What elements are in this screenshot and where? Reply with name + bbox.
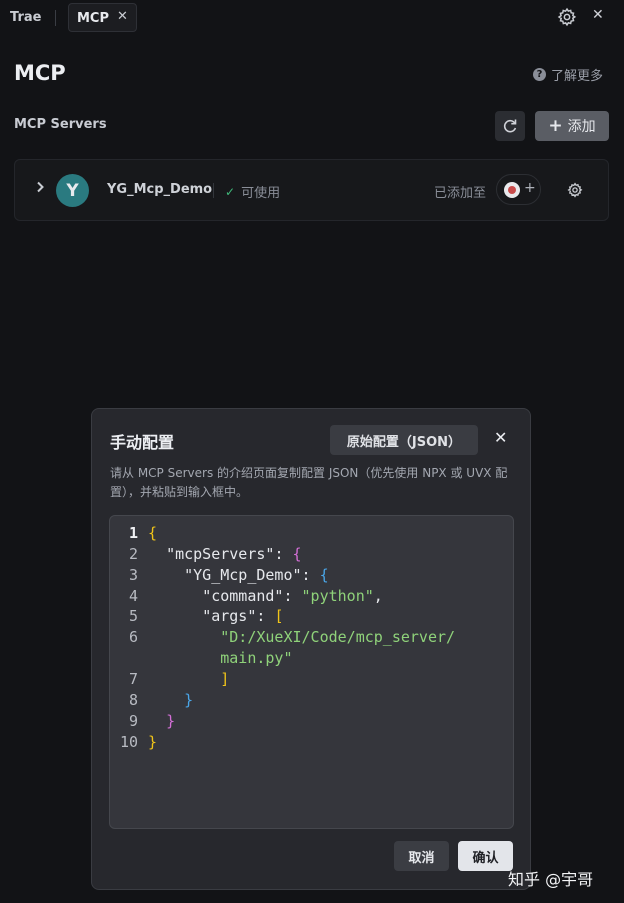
code-line: } [184, 691, 194, 709]
divider [213, 183, 214, 198]
gear-icon[interactable] [557, 7, 577, 27]
tab-label: MCP [77, 11, 110, 26]
code-line: { [148, 524, 158, 542]
code-line: "mcpServers": { [166, 545, 302, 563]
json-config-input[interactable]: 1 2 3 4 5 6 7 8 9 10 { "mcpServers": { "… [109, 515, 514, 829]
line-number: 7 [128, 670, 138, 688]
page-title: MCP [14, 61, 66, 85]
raw-config-json-button[interactable]: 原始配置（JSON） [330, 425, 478, 455]
add-server-button[interactable]: + 添加 [535, 111, 609, 141]
app-name: Trae [10, 10, 42, 25]
confirm-button[interactable]: 确认 [458, 841, 513, 871]
plus-icon: + [524, 180, 536, 196]
status-badge: ✓ 可使用 [225, 182, 281, 202]
chevron-right-icon[interactable] [35, 181, 45, 193]
window-close-icon[interactable]: ✕ [592, 7, 604, 23]
line-number: 6 [128, 628, 138, 646]
cancel-button[interactable]: 取消 [394, 841, 449, 871]
line-number: 4 [128, 587, 138, 605]
line-number: 2 [128, 545, 138, 563]
check-icon: ✓ [225, 184, 236, 199]
code-line: "YG_Mcp_Demo": { [184, 566, 329, 584]
line-number: 8 [128, 691, 138, 709]
dialog-title: 手动配置 [110, 433, 175, 452]
code-line: } [166, 712, 176, 730]
agent-logo-icon [504, 182, 520, 198]
line-number: 5 [128, 607, 138, 625]
close-icon[interactable]: ✕ [494, 428, 507, 447]
code-line: "command": "python", [202, 587, 383, 605]
code-line: } [148, 733, 158, 751]
plus-icon: + [548, 116, 563, 136]
question-circle-icon: ? [533, 68, 546, 81]
watermark: 知乎 @宇哥 [508, 870, 594, 889]
dialog-description: 请从 MCP Servers 的介绍页面复制配置 JSON（优先使用 NPX 或… [110, 466, 508, 499]
tab-mcp[interactable]: MCP ✕ [68, 3, 137, 32]
gear-icon[interactable] [567, 182, 583, 198]
tab-bar: Trae MCP ✕ ✕ [0, 0, 624, 36]
code-line: ] [220, 670, 230, 688]
added-agents-button[interactable]: + [496, 174, 541, 205]
learn-more-label: 了解更多 [551, 69, 604, 84]
code-line: "D:/XueXI/Code/mcp_server/ [220, 628, 456, 646]
tab-close-icon[interactable]: ✕ [117, 9, 128, 24]
server-card[interactable]: Y YG_Mcp_Demo ✓ 可使用 已添加至 + [14, 159, 609, 221]
tab-divider [55, 10, 56, 26]
section-title: MCP Servers [14, 117, 107, 132]
line-number: 3 [128, 566, 138, 584]
status-label: 可使用 [241, 186, 281, 201]
add-label: 添加 [567, 119, 596, 135]
line-number: 10 [119, 733, 138, 751]
manual-config-dialog: 手动配置 原始配置（JSON） ✕ 请从 MCP Servers 的介绍页面复制… [91, 408, 531, 890]
added-to-label: 已添加至 [434, 186, 487, 201]
refresh-icon [503, 119, 517, 133]
refresh-button[interactable] [495, 111, 525, 141]
code-line: main.py" [220, 649, 293, 667]
line-number: 1 [128, 524, 138, 542]
server-name: YG_Mcp_Demo [107, 182, 213, 197]
learn-more-link[interactable]: ? 了解更多 [533, 65, 603, 84]
avatar: Y [56, 174, 89, 207]
code-line: "args": [ [202, 607, 284, 625]
line-number: 9 [128, 712, 138, 730]
